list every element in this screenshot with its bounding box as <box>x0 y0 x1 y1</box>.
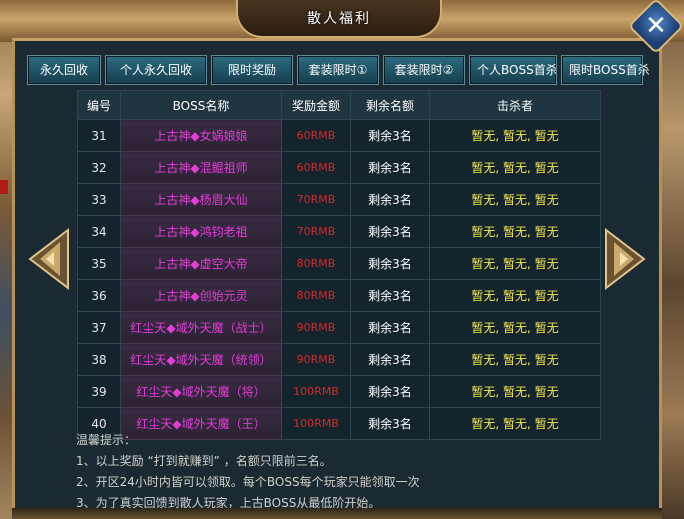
cell-remaining: 剩余3名 <box>350 215 430 248</box>
cell-number: 39 <box>77 375 121 408</box>
header-boss-name: BOSS名称 <box>120 90 282 120</box>
tip-line: 1、以上奖励 “打到就赚到” ，名额只限前三名。 <box>76 454 332 468</box>
boss-reward-table: 编号 BOSS名称 奖励金额 剩余名额 击杀者 31 上古神◆女娲娘娘 60RMB 剩… <box>77 90 601 440</box>
table-row: 36 上古神◆创始元灵 80RMB 剩余3名 暂无, 暂无, 暂无 <box>77 279 601 312</box>
cell-boss-name: 红尘天◆域外天魔（统领） <box>120 343 282 376</box>
cell-boss-name: 上古神◆创始元灵 <box>120 279 282 312</box>
cell-remaining: 剩余3名 <box>350 119 430 152</box>
tab-bar: 永久回收 个人永久回收 限时奖励 套装限时① 套装限时② 个人BOSS首杀 限时… <box>27 55 650 85</box>
cell-killer: 暂无, 暂无, 暂无 <box>429 215 601 248</box>
cell-killer: 暂无, 暂无, 暂无 <box>429 247 601 280</box>
cell-number: 32 <box>77 151 121 184</box>
cell-number: 33 <box>77 183 121 216</box>
cell-reward: 90RMB <box>281 311 351 344</box>
cell-reward: 90RMB <box>281 343 351 376</box>
table-row: 38 红尘天◆域外天魔（统领） 90RMB 剩余3名 暂无, 暂无, 暂无 <box>77 343 601 376</box>
cell-killer: 暂无, 暂无, 暂无 <box>429 119 601 152</box>
header-reward: 奖励金额 <box>281 90 351 120</box>
cell-remaining: 剩余3名 <box>350 311 430 344</box>
cell-reward: 60RMB <box>281 151 351 184</box>
tab-suit-limited-2[interactable]: 套装限时② <box>383 55 465 85</box>
cell-number: 34 <box>77 215 121 248</box>
close-x-icon: ✕ <box>645 11 667 41</box>
header-killer: 击杀者 <box>429 90 601 120</box>
cell-remaining: 剩余3名 <box>350 375 430 408</box>
table-row: 32 上古神◆混鲲祖师 60RMB 剩余3名 暂无, 暂无, 暂无 <box>77 151 601 184</box>
bottom-frame <box>12 508 662 519</box>
cell-boss-name: 红尘天◆域外天魔（战士） <box>120 311 282 344</box>
cell-killer: 暂无, 暂无, 暂无 <box>429 375 601 408</box>
cell-boss-name: 上古神◆虚空大帝 <box>120 247 282 280</box>
cell-remaining: 剩余3名 <box>350 151 430 184</box>
next-page-button[interactable] <box>604 227 646 291</box>
title-plate: 散人福利 <box>236 0 442 38</box>
cell-number: 35 <box>77 247 121 280</box>
cell-boss-name: 上古神◆杨眉大仙 <box>120 183 282 216</box>
cell-boss-name: 红尘天◆域外天魔（将） <box>120 375 282 408</box>
window-title: 散人福利 <box>307 11 371 27</box>
table-row: 31 上古神◆女娲娘娘 60RMB 剩余3名 暂无, 暂无, 暂无 <box>77 119 601 152</box>
tips-heading: 温馨提示： <box>76 433 137 447</box>
cell-number: 36 <box>77 279 121 312</box>
cell-reward: 80RMB <box>281 279 351 312</box>
cell-remaining: 剩余3名 <box>350 247 430 280</box>
tab-suit-limited-1[interactable]: 套装限时① <box>297 55 379 85</box>
cell-remaining: 剩余3名 <box>350 343 430 376</box>
cell-reward: 70RMB <box>281 183 351 216</box>
cell-boss-name: 上古神◆女娲娘娘 <box>120 119 282 152</box>
cell-boss-name: 上古神◆混鲲祖师 <box>120 151 282 184</box>
cell-number: 31 <box>77 119 121 152</box>
cell-killer: 暂无, 暂无, 暂无 <box>429 311 601 344</box>
cell-killer: 暂无, 暂无, 暂无 <box>429 151 601 184</box>
header-number: 编号 <box>77 90 121 120</box>
tip-line: 2、开区24小时内皆可以领取。每个BOSS每个玩家只能领取一次 <box>76 475 420 489</box>
table-row: 34 上古神◆鸿钧老祖 70RMB 剩余3名 暂无, 暂无, 暂无 <box>77 215 601 248</box>
tab-personal-boss-first-kill[interactable]: 个人BOSS首杀 <box>469 55 558 85</box>
arrow-right-icon <box>605 227 646 291</box>
cell-number: 37 <box>77 311 121 344</box>
table-row: 33 上古神◆杨眉大仙 70RMB 剩余3名 暂无, 暂无, 暂无 <box>77 183 601 216</box>
tips-section: 温馨提示： 1、以上奖励 “打到就赚到” ，名额只限前三名。 2、开区24小时内… <box>76 430 420 514</box>
table-row: 37 红尘天◆域外天魔（战士） 90RMB 剩余3名 暂无, 暂无, 暂无 <box>77 311 601 344</box>
prev-page-button[interactable] <box>28 227 70 291</box>
arrow-left-icon <box>28 227 69 291</box>
header-remaining: 剩余名额 <box>350 90 430 120</box>
cell-reward: 80RMB <box>281 247 351 280</box>
cell-remaining: 剩余3名 <box>350 279 430 312</box>
background-red-tag <box>0 180 8 194</box>
table-row: 35 上古神◆虚空大帝 80RMB 剩余3名 暂无, 暂无, 暂无 <box>77 247 601 280</box>
cell-reward: 60RMB <box>281 119 351 152</box>
cell-killer: 暂无, 暂无, 暂无 <box>429 407 601 440</box>
cell-killer: 暂无, 暂无, 暂无 <box>429 279 601 312</box>
table-row: 39 红尘天◆域外天魔（将） 100RMB 剩余3名 暂无, 暂无, 暂无 <box>77 375 601 408</box>
tab-personal-permanent-recycle[interactable]: 个人永久回收 <box>105 55 207 85</box>
cell-number: 38 <box>77 343 121 376</box>
cell-reward: 70RMB <box>281 215 351 248</box>
cell-boss-name: 上古神◆鸿钧老祖 <box>120 215 282 248</box>
tab-limited-boss-first-kill[interactable]: 限时BOSS首杀 <box>561 55 650 85</box>
table-header-row: 编号 BOSS名称 奖励金额 剩余名额 击杀者 <box>77 90 601 120</box>
cell-killer: 暂无, 暂无, 暂无 <box>429 343 601 376</box>
tab-permanent-recycle[interactable]: 永久回收 <box>27 55 101 85</box>
tab-limited-reward[interactable]: 限时奖励 <box>211 55 293 85</box>
cell-remaining: 剩余3名 <box>350 183 430 216</box>
cell-killer: 暂无, 暂无, 暂无 <box>429 183 601 216</box>
cell-reward: 100RMB <box>281 375 351 408</box>
